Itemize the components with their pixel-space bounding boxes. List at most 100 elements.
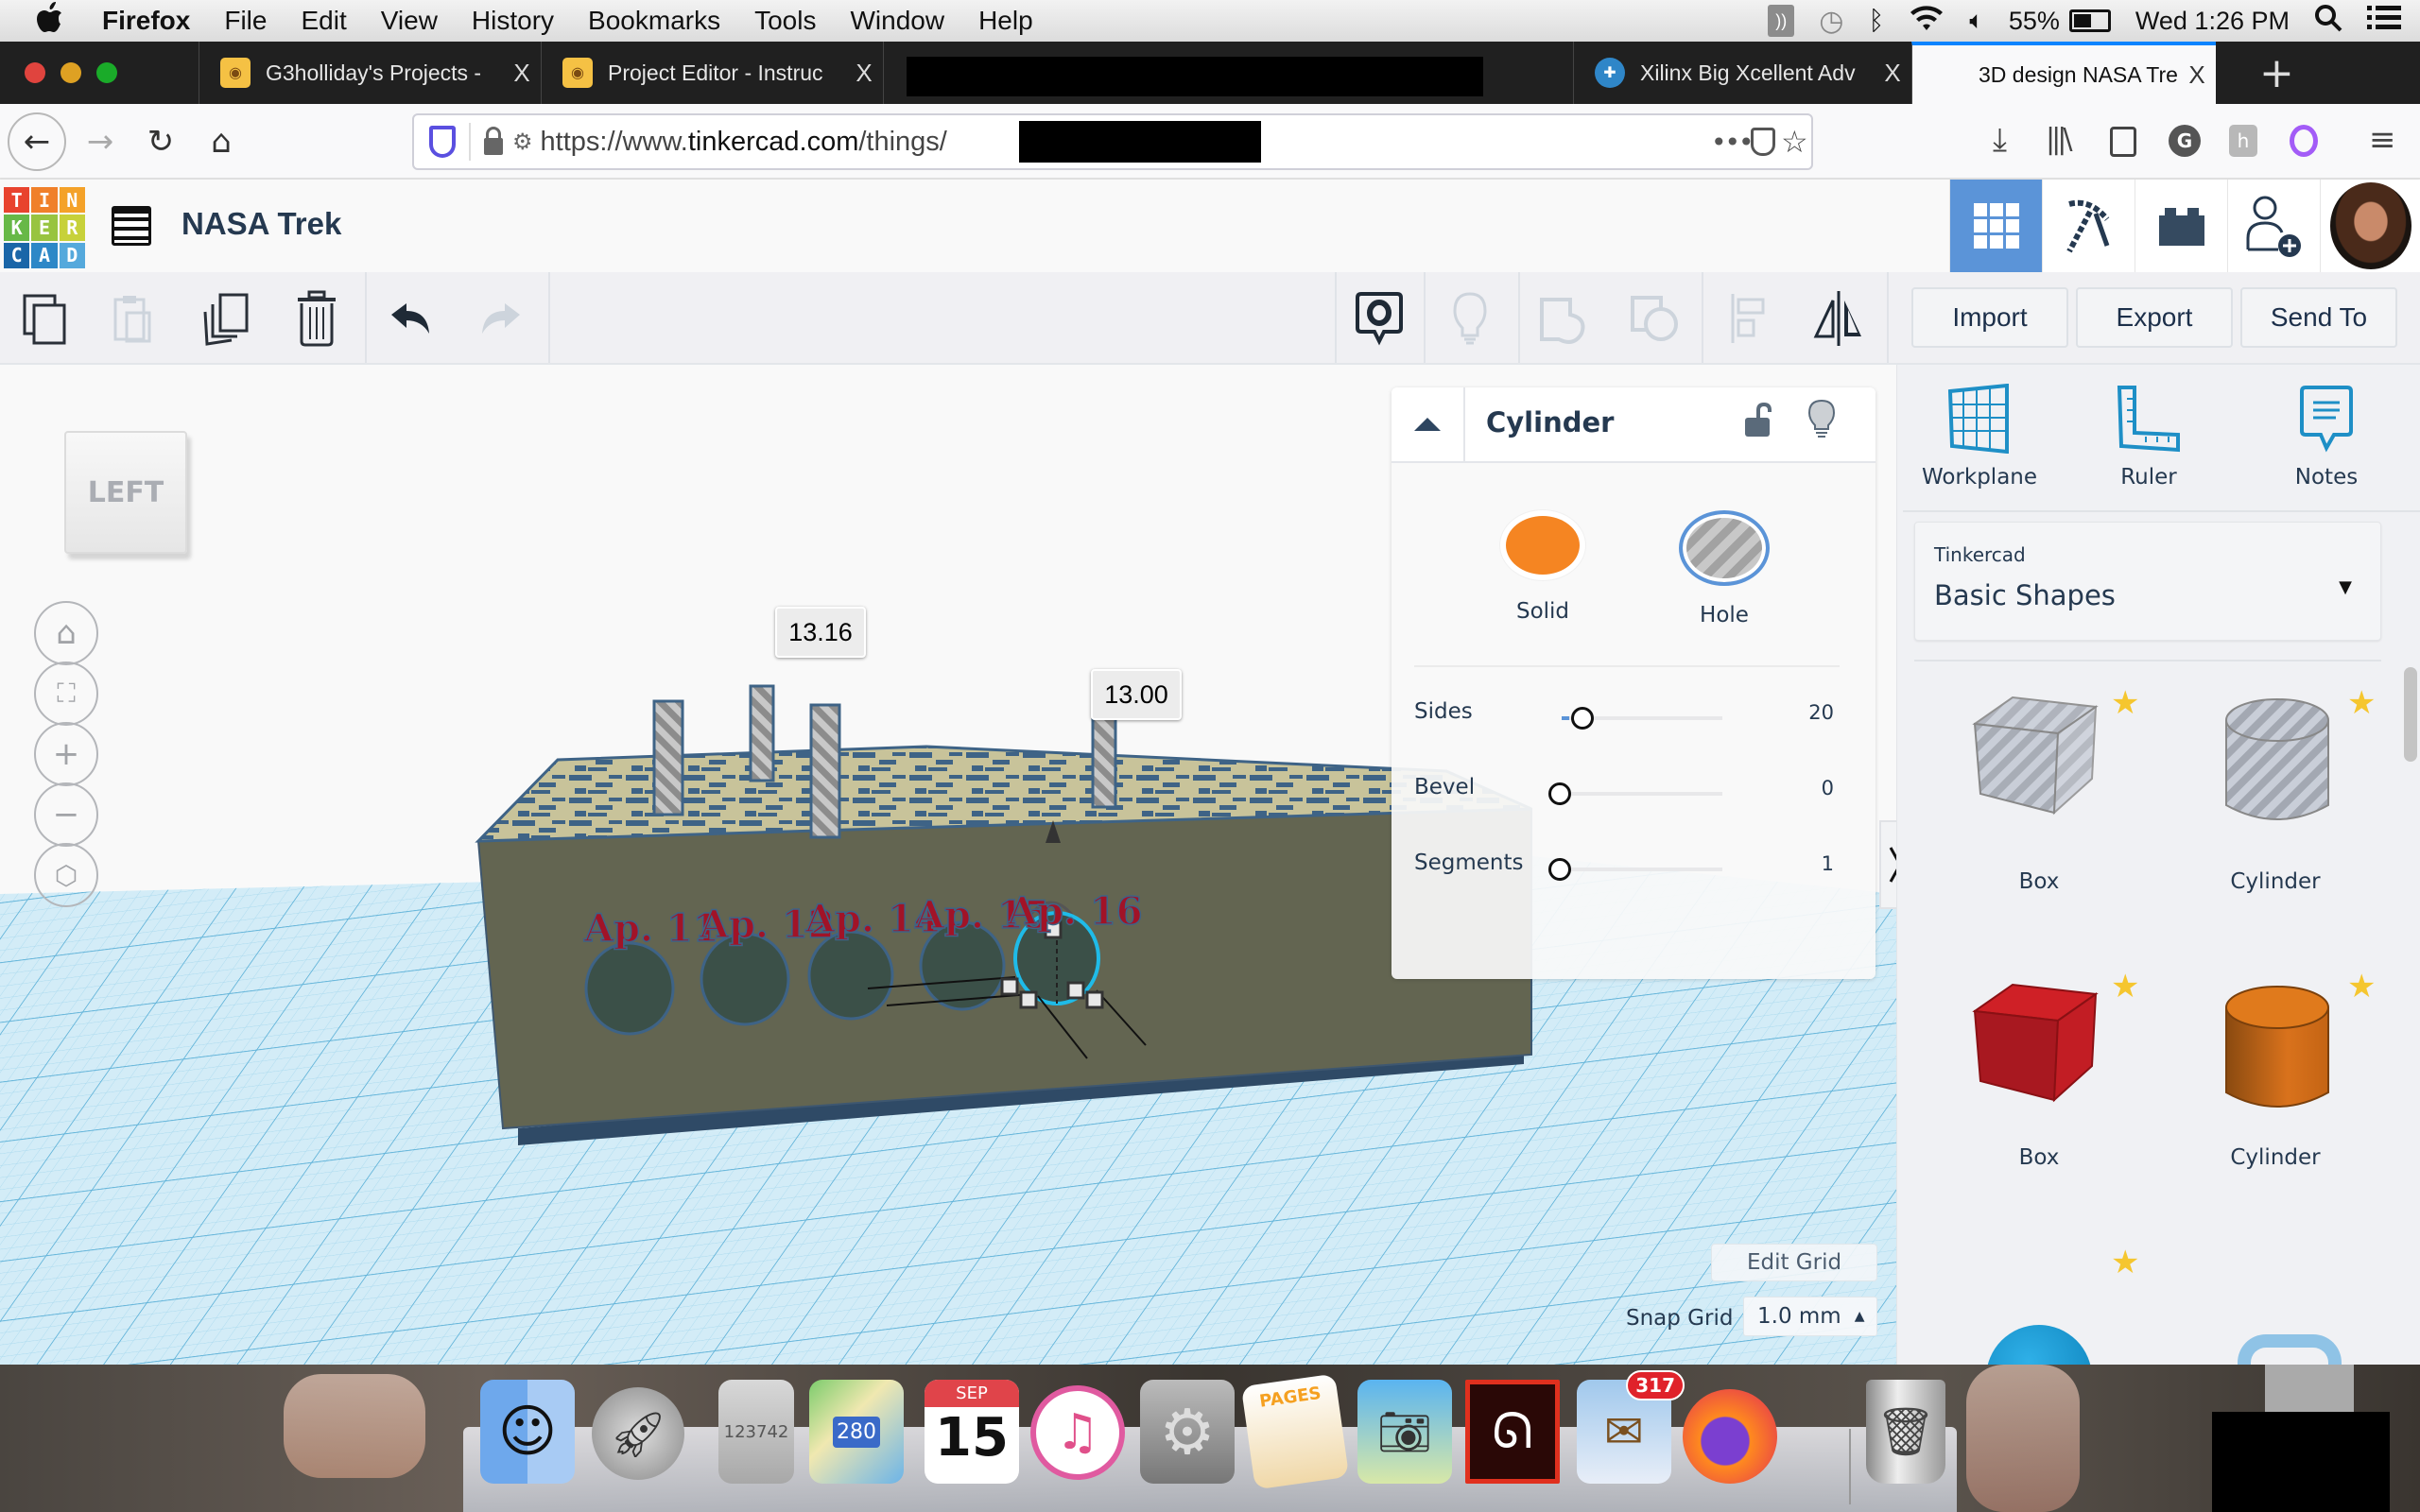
dock-itunes[interactable]: ♫ — [1030, 1385, 1125, 1480]
paste-button[interactable] — [98, 285, 164, 352]
export-button[interactable]: Export — [2076, 287, 2233, 348]
forward-button[interactable]: → — [76, 117, 125, 166]
browser-tab-redacted[interactable] — [883, 42, 1573, 104]
import-button[interactable]: Import — [1911, 287, 2068, 348]
fit-all-button[interactable]: ⛶ — [34, 662, 98, 726]
resize-handle[interactable] — [1085, 990, 1104, 1009]
grammarly-icon[interactable]: G — [2169, 125, 2201, 157]
window-zoom-button[interactable] — [96, 62, 117, 83]
menu-bookmarks[interactable]: Bookmarks — [588, 6, 720, 36]
shape-tile-hole-cylinder[interactable]: ★ Cylinder — [2171, 677, 2379, 932]
align-button[interactable] — [1717, 285, 1783, 352]
shape-name[interactable]: Cylinder — [1486, 406, 1614, 438]
hole-option[interactable]: Hole — [1677, 510, 1772, 627]
dock-system-preferences[interactable]: ⚙ — [1140, 1380, 1235, 1484]
browser-tab[interactable]: ◉ G3holliday's Projects - X — [199, 42, 541, 104]
url-bar[interactable]: ⚙︎ https://www.tinkercad.com/things/ •••… — [412, 113, 1813, 170]
bevel-value[interactable]: 0 — [1822, 777, 1834, 799]
wifi-icon[interactable] — [1909, 4, 1945, 39]
lightbulb-icon[interactable] — [1807, 399, 1836, 444]
dock-mail[interactable]: ✉︎ 317 — [1577, 1370, 1685, 1484]
resize-handle[interactable] — [1000, 977, 1019, 996]
menu-firefox[interactable]: Firefox — [102, 6, 190, 36]
favorite-star-icon[interactable]: ★ — [2347, 968, 2376, 1005]
redo-button[interactable] — [467, 285, 533, 352]
notification-center-icon[interactable] — [2367, 4, 2401, 39]
shape-tile-box[interactable]: ★ Box — [1935, 960, 2143, 1215]
bookmark-star-icon[interactable]: ☆ — [1781, 124, 1808, 160]
menu-tools[interactable]: Tools — [754, 6, 816, 36]
dimension-depth-input[interactable]: 13.00 — [1091, 669, 1182, 720]
menu-window[interactable]: Window — [850, 6, 944, 36]
home-button[interactable]: ⌂ — [197, 117, 246, 166]
bevel-slider-track[interactable] — [1562, 792, 1722, 796]
spotlight-icon[interactable] — [2314, 4, 2342, 39]
page-actions-icon[interactable]: ••• — [1711, 127, 1754, 158]
bevel-slider-knob[interactable] — [1548, 782, 1571, 805]
browser-tab[interactable]: ◉ Project Editor - Instruc X — [541, 42, 883, 104]
favorite-star-icon[interactable]: ★ — [2347, 684, 2376, 722]
shape-tile-hole-box[interactable]: ★ Box — [1935, 677, 2143, 932]
app-menu-icon[interactable]: ≡ — [2369, 121, 2396, 159]
dock-calculator[interactable]: 123742 — [718, 1380, 794, 1484]
sides-value[interactable]: 20 — [1808, 701, 1834, 724]
clock[interactable]: Wed 1:26 PM — [2135, 7, 2290, 36]
tab-close-icon[interactable]: X — [503, 59, 541, 88]
tool-ruler[interactable]: Ruler — [2101, 384, 2196, 490]
resize-handle[interactable] — [1066, 981, 1085, 1000]
shape-tile-scribble[interactable] — [2171, 1244, 2379, 1365]
menu-view[interactable]: View — [381, 6, 438, 36]
sidebar-icon[interactable] — [2110, 127, 2136, 157]
honey-extension-icon[interactable]: h — [2229, 125, 2257, 157]
segments-slider-knob[interactable] — [1548, 858, 1571, 881]
mirror-button[interactable] — [1806, 285, 1872, 352]
zoom-out-button[interactable]: − — [34, 782, 98, 847]
battery-icon[interactable] — [2068, 9, 2111, 32]
reload-button[interactable]: ↻ — [136, 117, 185, 166]
zoom-in-button[interactable]: + — [34, 722, 98, 786]
dimension-width-input[interactable]: 13.16 — [775, 607, 866, 658]
copy-button[interactable] — [11, 285, 78, 352]
edit-grid-button[interactable]: Edit Grid — [1711, 1244, 1877, 1281]
new-tab-button[interactable]: + — [2259, 49, 2294, 97]
design-title[interactable]: NASA Trek — [182, 206, 341, 242]
dock-finder[interactable]: ☺ — [480, 1380, 575, 1484]
menu-help[interactable]: Help — [978, 6, 1033, 36]
extension-ring-icon[interactable] — [2290, 125, 2318, 157]
dock-pages[interactable]: PAGES — [1240, 1373, 1350, 1490]
volume-icon[interactable]: 🔈︎ — [1969, 6, 1984, 36]
shape-tile-cylinder[interactable]: ★ Cylinder — [2171, 960, 2379, 1215]
dock-calendar[interactable]: SEP 15 — [925, 1380, 1019, 1484]
group-button[interactable] — [1531, 285, 1598, 352]
home-view-button[interactable]: ⌂ — [34, 601, 98, 665]
design-list-icon[interactable] — [112, 206, 151, 246]
tab-close-icon[interactable]: X — [1874, 59, 1911, 88]
shape-library-select[interactable]: Tinkercad Basic Shapes ▼ — [1914, 522, 2381, 641]
sides-slider-knob[interactable] — [1571, 707, 1594, 730]
solid-option[interactable]: Solid — [1495, 510, 1590, 624]
window-minimize-button[interactable] — [60, 62, 81, 83]
duplicate-button[interactable] — [193, 285, 259, 352]
favorite-star-icon[interactable]: ★ — [2111, 1244, 2139, 1281]
tool-notes[interactable]: Notes — [2279, 384, 2374, 490]
invite-collaborator-button[interactable] — [2227, 180, 2320, 272]
hole-swatch[interactable] — [1679, 510, 1770, 586]
readkit-icon[interactable]: )) — [1768, 5, 1795, 37]
dock-adobe-acrobat[interactable]: ᘏ — [1465, 1380, 1560, 1484]
favorite-star-icon[interactable]: ★ — [2111, 968, 2139, 1005]
bluetooth-icon[interactable]: ᛒ — [1868, 6, 1884, 36]
send-to-button[interactable]: Send To — [2240, 287, 2397, 348]
user-avatar[interactable] — [2320, 180, 2420, 272]
shape-tile-sphere[interactable]: ★ — [1935, 1244, 2143, 1365]
tab-close-icon[interactable]: X — [2178, 60, 2216, 90]
ungroup-button[interactable] — [1622, 285, 1688, 352]
blocks-pickaxe-button[interactable] — [2042, 180, 2135, 272]
dock-firefox[interactable] — [1683, 1389, 1777, 1484]
3d-design-view-button[interactable] — [1949, 180, 2042, 272]
show-all-notes-button[interactable] — [1346, 285, 1412, 352]
window-close-button[interactable] — [25, 62, 45, 83]
delete-button[interactable] — [284, 285, 350, 352]
porthole-hole[interactable] — [584, 941, 675, 1036]
tinkercad-logo[interactable]: T I N K E R C A D — [4, 187, 85, 268]
segments-value[interactable]: 1 — [1822, 852, 1834, 875]
